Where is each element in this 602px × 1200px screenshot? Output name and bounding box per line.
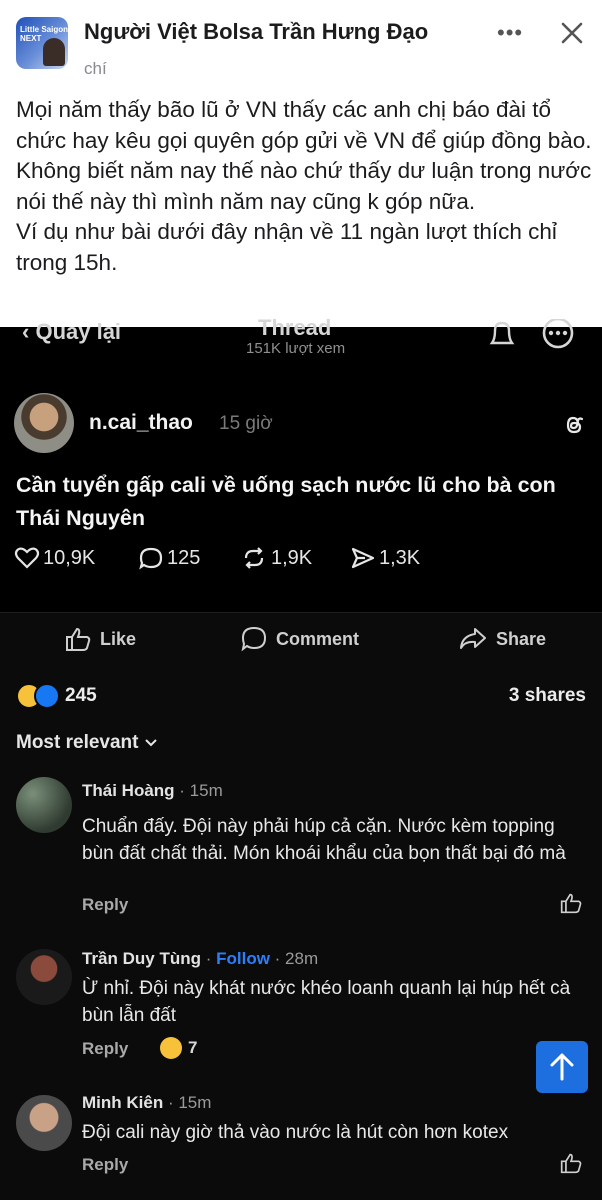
post-actions-bar: Like Comment Share [0, 613, 602, 673]
chevron-down-icon [145, 739, 158, 747]
group-avatar[interactable]: Little Saigon NEXT [16, 17, 68, 69]
thread-username[interactable]: n.cai_thao [89, 411, 193, 435]
caption-paragraph-1: Mọi năm thấy bão lũ ở VN thấy các anh ch… [16, 97, 592, 214]
comment-stat[interactable]: 125 [138, 546, 200, 570]
repost-stat[interactable]: 1,9K [240, 546, 312, 570]
comment-icon [241, 626, 267, 652]
comment-text: Ừ nhỉ. Đội này khát nước khéo loanh quan… [82, 978, 571, 1026]
scroll-to-top-button[interactable] [536, 1041, 588, 1093]
close-icon[interactable] [558, 19, 586, 47]
comment-time: · 15m [163, 1093, 212, 1112]
commenter-avatar[interactable] [16, 949, 72, 1005]
avatar-person-image [43, 38, 65, 66]
share-button[interactable]: Share [458, 626, 546, 652]
group-subtitle: chí [84, 59, 107, 78]
thread-user-avatar[interactable] [14, 393, 74, 453]
view-count: 151K lượt xem [246, 340, 346, 357]
follow-button[interactable]: Follow [216, 949, 270, 968]
reply-button[interactable]: Reply [82, 895, 128, 915]
comment-count: 125 [167, 546, 201, 569]
comment-text: Đội cali này giờ thả vào nước là hút còn… [82, 1122, 509, 1143]
bell-icon[interactable] [486, 321, 518, 351]
share-stat[interactable]: 1,3K [350, 546, 420, 570]
commenter-name-text: Minh Kiên [82, 1093, 164, 1112]
comment-text: Chuẩn đấy. Đội này phải húp cả cặn. Nước… [82, 816, 566, 864]
comment-time: · 28m [269, 949, 319, 968]
like-count: 10,9K [43, 546, 96, 569]
like-stat[interactable]: 10,9K [14, 546, 95, 570]
facebook-post-section: Like Comment Share 245 3 shares Most rel… [0, 613, 602, 1200]
like-button[interactable]: Like [64, 626, 136, 652]
arrow-up-icon [550, 1053, 574, 1081]
heart-icon [14, 547, 40, 569]
back-label: Quay lại [35, 319, 122, 344]
send-icon [351, 547, 375, 569]
more-options-icon[interactable] [540, 319, 576, 351]
commenter-avatar[interactable] [16, 777, 72, 833]
like-reaction-icon [34, 683, 60, 709]
thread-post-text: Cần tuyển gấp cali về uống sạch nước lũ … [16, 473, 556, 530]
share-arrow-icon [460, 628, 486, 649]
comment-reaction-count: 7 [188, 1038, 198, 1057]
share-count: 1,3K [379, 546, 421, 569]
thumbs-up-icon[interactable] [559, 1152, 583, 1174]
haha-emoji-icon [160, 1037, 182, 1059]
reply-button[interactable]: Reply [82, 1155, 128, 1175]
threads-logo-icon [566, 416, 584, 434]
post-caption: Mọi năm thấy bão lũ ở VN thấy các anh ch… [16, 95, 594, 279]
commenter-name[interactable]: Thái Hoàng · 15m [82, 781, 223, 801]
reaction-count: 245 [65, 685, 97, 706]
thread-header: ‹ Quay lại Thread 151K lượt xem [0, 315, 602, 377]
speech-bubble-icon [139, 547, 163, 570]
shares-count[interactable]: 3 shares [509, 685, 586, 707]
caption-paragraph-2: Ví dụ như bài dưới đây nhận về 11 ngàn l… [16, 219, 557, 275]
reactions-summary[interactable]: 245 [16, 683, 97, 709]
thumbs-up-icon [66, 627, 91, 651]
commenter-name-text: Trần Duy Tùng [82, 949, 201, 968]
facebook-post-header: Little Saigon NEXT Người Việt Bolsa Trần… [0, 0, 602, 327]
group-name[interactable]: Người Việt Bolsa Trần Hưng Đạo [84, 19, 428, 45]
comment-button[interactable]: Comment [240, 626, 359, 652]
comment-sort-dropdown[interactable]: Most relevant [16, 732, 158, 754]
thread-stats: 10,9K 125 1,9K 1,3K [14, 546, 594, 576]
thread-time: 15 giờ [219, 413, 273, 434]
commenter-avatar[interactable] [16, 1095, 72, 1151]
repost-icon [244, 547, 264, 569]
commenter-name[interactable]: Trần Duy Tùng · Follow · 28m [82, 949, 318, 969]
thumbs-up-icon[interactable] [559, 892, 583, 914]
back-button[interactable]: ‹ Quay lại [22, 319, 121, 345]
comment-reaction[interactable]: 7 [160, 1037, 197, 1059]
share-label: Share [496, 628, 547, 649]
thread-title: Thread [258, 315, 332, 340]
embedded-screenshot: ‹ Quay lại Thread 151K lượt xem n.cai_th… [0, 315, 602, 1200]
repost-count: 1,9K [271, 546, 313, 569]
comment-time: · 15m [174, 781, 223, 800]
commenter-name-text: Thái Hoàng [82, 781, 175, 800]
sort-label: Most relevant [16, 732, 139, 753]
like-label: Like [100, 628, 137, 649]
more-options-button[interactable]: ••• [497, 20, 523, 46]
comment-label: Comment [276, 628, 360, 649]
commenter-name[interactable]: Minh Kiên · 15m [82, 1093, 211, 1113]
reply-button[interactable]: Reply [82, 1039, 128, 1059]
